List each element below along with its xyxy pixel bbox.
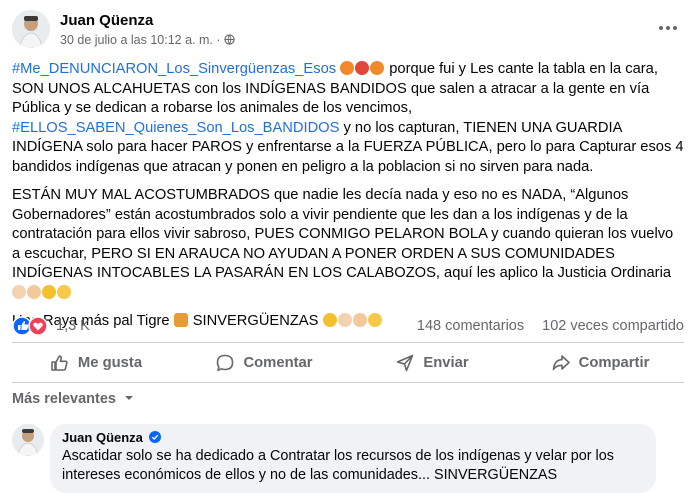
comment-count[interactable]: 148 comentarios [417,318,524,334]
chevron-down-icon [125,396,134,400]
globe-icon [224,34,235,45]
post-body: #Me_DENUNCIARON_Los_Sinvergüenzas_Esos p… [12,60,684,341]
divider-bottom [12,382,684,383]
reaction-count[interactable]: 1,3 K [56,318,90,334]
sort-label: Más relevantes [12,391,116,407]
comment-button[interactable]: Comentar [180,346,348,380]
angry-face-icon [370,61,385,75]
verified-badge-icon [148,431,161,443]
post-actions: Me gusta Comentar Enviar Compartir [12,346,684,380]
comment-bubble: Juan Qüenza Ascatidar solo se ha dedicad… [50,424,656,493]
flexed-biceps-icon [12,284,26,299]
folded-hands-icon [27,284,41,299]
like-label: Me gusta [77,355,143,371]
share-label: Compartir [578,355,650,371]
post-paragraph-1: #Me_DENUNCIARON_Los_Sinvergüenzas_Esos p… [12,60,684,177]
thumbs-up-icon [42,284,56,299]
like-button[interactable]: Me gusta [12,346,180,380]
comment-sort-dropdown[interactable]: Más relevantes [12,391,135,407]
commenter-name-row: Juan Qüenza [62,430,644,445]
post-meta: 30 de julio a las 10:12 a. m. · [60,33,235,47]
reaction-icons[interactable] [12,316,52,340]
author-name[interactable]: Juan Qüenza [60,12,153,29]
comment-icon [217,354,234,372]
face-with-monocle-icon [57,284,71,299]
commenter-avatar[interactable] [12,424,44,456]
post-header: Juan Qüenza 30 de julio a las 10:12 a. m… [12,10,682,54]
share-icon [552,355,570,371]
thumbs-up-icon [51,355,68,371]
send-icon [397,354,414,372]
send-button[interactable]: Enviar [348,346,516,380]
facebook-post: Juan Qüenza 30 de julio a las 10:12 a. m… [0,0,695,493]
send-label: Enviar [423,355,469,371]
share-button[interactable]: Compartir [516,346,684,380]
share-count[interactable]: 102 veces compartido [542,318,684,334]
stat-right: 148 comentarios 102 veces compartido [403,318,684,334]
author-avatar[interactable] [12,10,50,48]
divider-top [12,342,684,343]
post-stats: 1,3 K 148 comentarios 102 veces comparti… [12,315,684,337]
angry-red-face-icon [355,61,370,75]
post-timestamp[interactable]: 30 de julio a las 10:12 a. m. [60,33,213,47]
meta-separator: · [216,33,221,47]
hashtag-denunciaron[interactable]: #Me_DENUNCIARON_Los_Sinvergüenzas_Esos [12,61,336,77]
angry-face-icon [340,61,355,75]
paragraph-2-text: ESTÁN MUY MAL ACOSTUMBRADOS que nadie le… [12,187,674,281]
more-options-icon[interactable] [656,16,680,40]
hashtag-ellos-saben[interactable]: #ELLOS_SABEN_Quienes_Son_Los_BANDIDOS [12,120,339,136]
comment-text: Ascatidar solo se ha dedicado a Contrata… [62,448,614,483]
commenter-name[interactable]: Juan Qüenza [62,430,143,445]
post-paragraph-2: ESTÁN MUY MAL ACOSTUMBRADOS que nadie le… [12,186,684,303]
comment-label: Comentar [243,355,313,371]
